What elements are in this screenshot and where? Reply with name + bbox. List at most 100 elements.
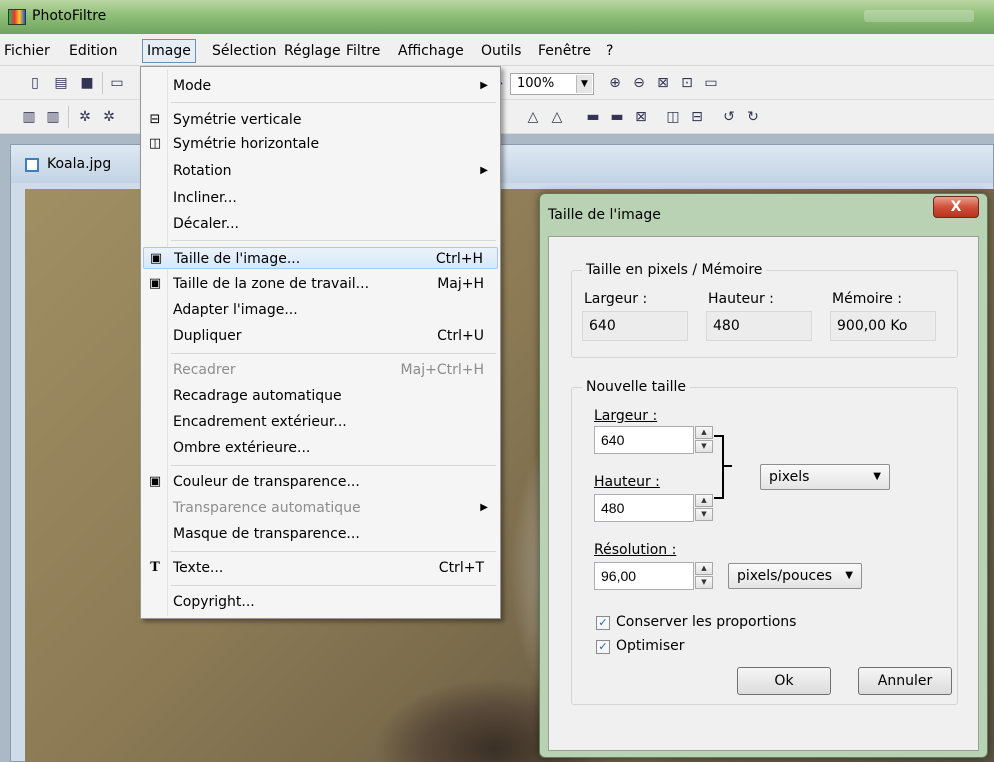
color-swap-icon[interactable]: ▬ xyxy=(584,108,602,126)
menu-item-incliner[interactable]: Incliner... xyxy=(143,187,498,209)
resolution-unit-value: pixels/pouces xyxy=(737,568,833,584)
resolution-input[interactable] xyxy=(594,562,694,590)
menu-selection[interactable]: Sélection xyxy=(210,41,279,61)
auto-levels-icon[interactable]: ▥ xyxy=(20,108,38,126)
toolbar-separator xyxy=(68,106,69,128)
canvas-size-icon: ▣ xyxy=(148,276,162,291)
save-icon[interactable]: ■ xyxy=(78,74,96,92)
menu-image[interactable]: Image xyxy=(142,39,196,63)
submenu-arrow-icon: ▶ xyxy=(480,502,488,513)
menu-outils[interactable]: Outils xyxy=(479,41,523,61)
flip-horizontal-icon: ◫ xyxy=(148,136,162,151)
chevron-down-icon: ▼ xyxy=(845,570,853,581)
menu-item-mode[interactable]: Mode ▶ xyxy=(143,75,498,97)
menu-item-label: Rotation xyxy=(173,163,232,179)
auto-contrast-icon[interactable]: ▥ xyxy=(44,108,62,126)
menu-help[interactable]: ? xyxy=(604,41,615,61)
spin-down-icon[interactable]: ▼ xyxy=(695,440,713,453)
menu-item-recadrer: Recadrer Maj+Ctrl+H xyxy=(143,359,498,381)
cancel-button[interactable]: Annuler xyxy=(858,667,952,695)
menu-item-dupliquer[interactable]: Dupliquer Ctrl+U xyxy=(143,325,498,347)
menu-item-taille-image[interactable]: ▣ Taille de l'image... Ctrl+H xyxy=(143,247,498,269)
zoom-out-icon[interactable]: ⊖ xyxy=(630,74,648,92)
menu-item-recadrage-automatique[interactable]: Recadrage automatique xyxy=(143,385,498,407)
ok-button[interactable]: Ok xyxy=(737,667,831,695)
chevron-down-icon: ▼ xyxy=(873,471,881,482)
color-fill-icon[interactable]: ▬ xyxy=(608,108,626,126)
spin-up-icon[interactable]: ▲ xyxy=(695,494,713,507)
menu-item-taille-zone-travail[interactable]: ▣ Taille de la zone de travail... Maj+H xyxy=(143,273,498,295)
menu-separator xyxy=(171,585,496,586)
submenu-arrow-icon: ▶ xyxy=(480,80,488,91)
menu-fichier[interactable]: Fichier xyxy=(2,41,52,61)
menu-affichage[interactable]: Affichage xyxy=(396,41,466,61)
zoom-select[interactable]: 100% ▼ xyxy=(510,73,594,95)
menu-filtre[interactable]: Filtre xyxy=(344,41,382,61)
menu-edition[interactable]: Edition xyxy=(67,41,119,61)
sharpen-more-icon[interactable]: △ xyxy=(548,108,566,126)
menu-item-masque-transparence[interactable]: Masque de transparence... xyxy=(143,523,498,545)
flip-vertical-icon[interactable]: ⊟ xyxy=(688,108,706,126)
print-icon[interactable]: ▭ xyxy=(108,74,126,92)
menu-item-transparence-automatique: Transparence automatique ▶ xyxy=(143,497,498,519)
menu-item-label: Dupliquer xyxy=(173,328,242,344)
fit-window-icon[interactable]: ⊠ xyxy=(654,74,672,92)
menu-item-symetrie-verticale[interactable]: ⊟ Symétrie verticale xyxy=(143,109,498,131)
actual-size-icon[interactable]: ⊡ xyxy=(678,74,696,92)
menu-item-label: Recadrage automatique xyxy=(173,388,342,404)
menu-item-texte[interactable]: T Texte... Ctrl+T xyxy=(143,557,498,579)
unit-select[interactable]: pixels ▼ xyxy=(760,464,890,490)
height-input[interactable] xyxy=(594,494,694,522)
proportion-link-bracket xyxy=(714,435,724,499)
spin-up-icon[interactable]: ▲ xyxy=(695,426,713,439)
image-file-icon xyxy=(25,158,39,172)
menu-reglage[interactable]: Réglage xyxy=(282,41,343,61)
menu-item-decaler[interactable]: Décaler... xyxy=(143,213,498,235)
flip-horizontal-icon[interactable]: ◫ xyxy=(664,108,682,126)
title-bar: PhotoFiltre xyxy=(0,0,994,34)
keep-proportions-label[interactable]: Conserver les proportions xyxy=(616,614,796,630)
menu-item-encadrement-exterieur[interactable]: Encadrement extérieur... xyxy=(143,411,498,433)
chevron-down-icon[interactable]: ▼ xyxy=(576,75,592,93)
image-menu-dropdown: Mode ▶ ⊟ Symétrie verticale ◫ Symétrie h… xyxy=(140,66,501,619)
rotate-right-icon[interactable]: ↻ xyxy=(744,108,762,126)
menu-item-label: Ombre extérieure... xyxy=(173,440,311,456)
fit-image-icon[interactable]: ⊠ xyxy=(632,108,650,126)
menu-item-shortcut: Maj+Ctrl+H xyxy=(400,362,484,378)
current-height-value: 480 xyxy=(706,311,812,341)
image-size-icon: ▣ xyxy=(149,251,163,266)
new-file-icon[interactable]: ▯ xyxy=(26,74,44,92)
keep-proportions-checkbox[interactable]: ✓ xyxy=(596,616,610,630)
menu-item-copyright[interactable]: Copyright... xyxy=(143,591,498,613)
optimize-checkbox[interactable]: ✓ xyxy=(596,640,610,654)
menu-item-couleur-transparence[interactable]: ▣ Couleur de transparence... xyxy=(143,471,498,493)
full-screen-icon[interactable]: ▭ xyxy=(702,74,720,92)
toolbar-separator xyxy=(102,72,103,94)
menu-item-symetrie-horizontale[interactable]: ◫ Symétrie horizontale xyxy=(143,133,498,155)
menu-item-adapter-image[interactable]: Adapter l'image... xyxy=(143,299,498,321)
group-title: Nouvelle taille xyxy=(582,379,691,395)
zoom-in-icon[interactable]: ⊕ xyxy=(606,74,624,92)
sharpen-icon[interactable]: △ xyxy=(524,108,542,126)
unit-value: pixels xyxy=(769,469,810,485)
spin-down-icon[interactable]: ▼ xyxy=(695,508,713,521)
menu-item-rotation[interactable]: Rotation ▶ xyxy=(143,160,498,182)
spin-down-icon[interactable]: ▼ xyxy=(695,576,713,589)
width-spinner[interactable]: ▲ ▼ xyxy=(695,426,715,454)
spin-up-icon[interactable]: ▲ xyxy=(695,562,713,575)
resolution-unit-select[interactable]: pixels/pouces ▼ xyxy=(728,563,862,589)
open-folder-icon[interactable]: ▤ xyxy=(52,74,70,92)
brightness-up-icon[interactable]: ✲ xyxy=(100,108,118,126)
brightness-down-icon[interactable]: ✲ xyxy=(76,108,94,126)
menu-fenetre[interactable]: Fenêtre xyxy=(536,41,593,61)
close-button[interactable]: X xyxy=(933,196,979,218)
resolution-spinner[interactable]: ▲ ▼ xyxy=(695,562,715,590)
optimize-label[interactable]: Optimiser xyxy=(616,638,684,654)
rotate-left-icon[interactable]: ↺ xyxy=(720,108,738,126)
menu-item-ombre-exterieure[interactable]: Ombre extérieure... xyxy=(143,437,498,459)
close-icon: X xyxy=(950,199,962,215)
height-spinner[interactable]: ▲ ▼ xyxy=(695,494,715,522)
new-size-group: Nouvelle taille Largeur : ▲ ▼ Hauteur : … xyxy=(571,379,958,705)
width-input[interactable] xyxy=(594,426,694,454)
document-name: Koala.jpg xyxy=(47,156,112,172)
